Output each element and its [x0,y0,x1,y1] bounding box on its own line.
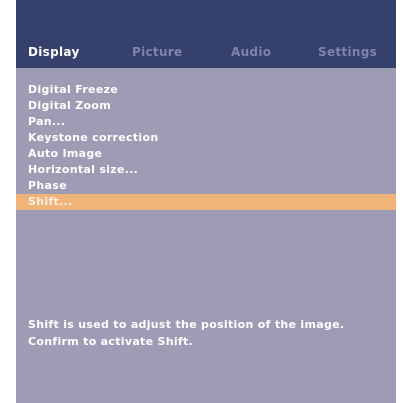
display-menu-list: Digital Freeze Digital Zoom Pan... Keyst… [16,82,396,210]
menu-item-pan[interactable]: Pan... [16,114,396,130]
menu-item-horizontal-size[interactable]: Horizontal size... [16,162,396,178]
tab-bar: Display Picture Audio Settings [16,0,396,68]
menu-item-auto-image[interactable]: Auto Image [16,146,396,162]
menu-item-shift[interactable]: Shift... [16,194,396,210]
tab-settings[interactable]: Settings [318,45,377,59]
menu-item-keystone-correction[interactable]: Keystone correction [16,130,396,146]
tab-display[interactable]: Display [28,45,80,59]
tab-audio[interactable]: Audio [231,45,271,59]
help-line-2: Confirm to activate Shift. [28,335,194,348]
osd-menu-panel: Display Picture Audio Settings Digital F… [16,0,396,403]
menu-item-phase[interactable]: Phase [16,178,396,194]
help-line-1: Shift is used to adjust the position of … [28,318,345,331]
tab-picture[interactable]: Picture [132,45,182,59]
menu-item-digital-freeze[interactable]: Digital Freeze [16,82,396,98]
help-text: Shift is used to adjust the position of … [28,316,392,350]
menu-item-digital-zoom[interactable]: Digital Zoom [16,98,396,114]
